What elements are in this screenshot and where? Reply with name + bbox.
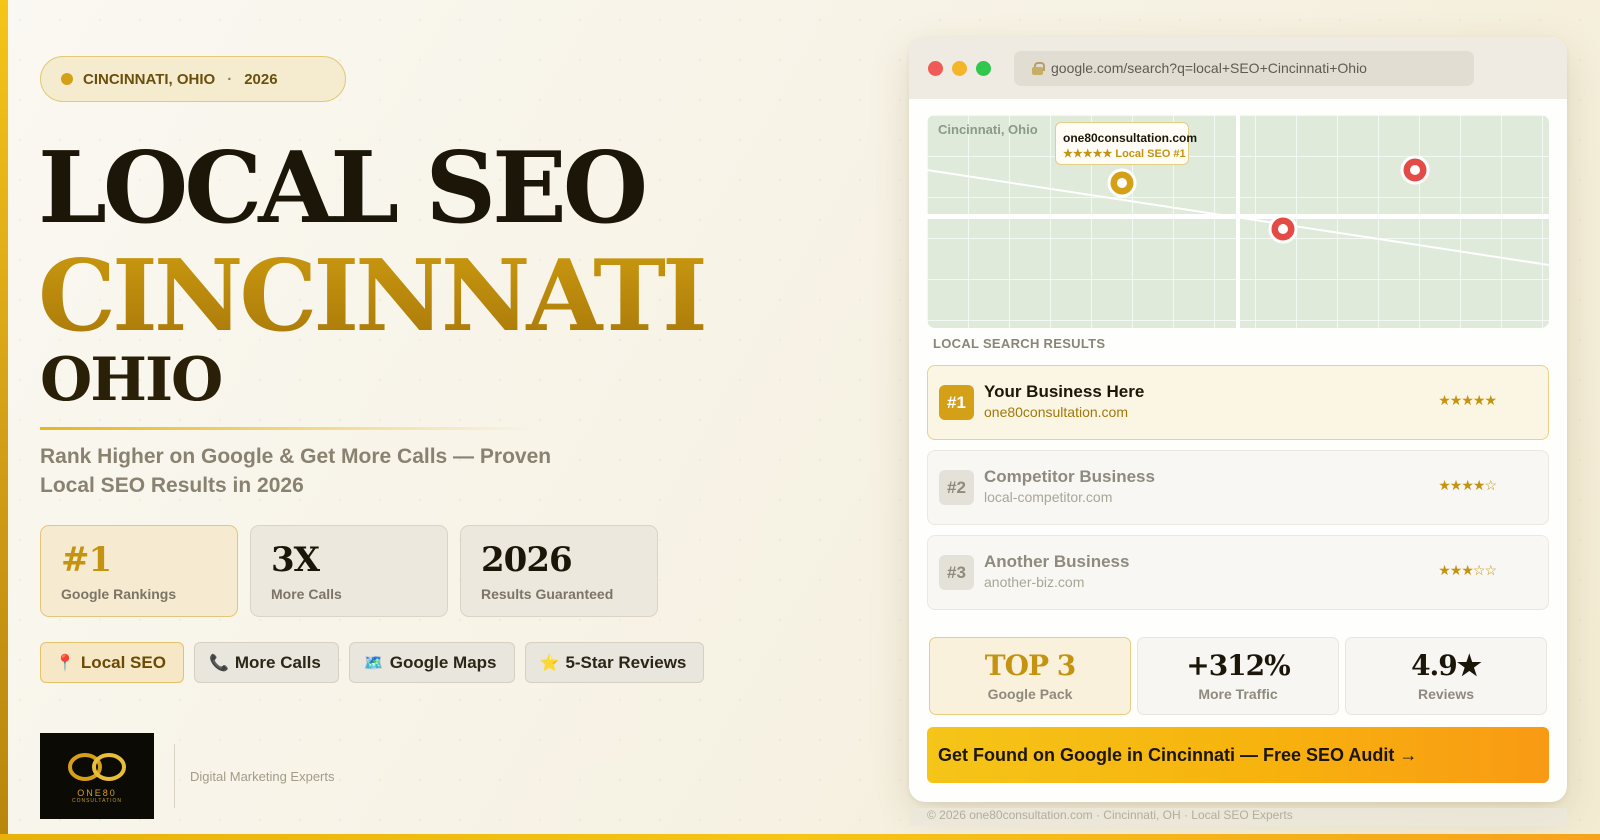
headline-line-2: CINCINNATI [38,239,708,354]
star-icon: ⭐ [539,654,560,672]
business-pin-icon [1107,168,1137,198]
subheadline: Rank Higher on Google & Get More Calls —… [40,445,552,497]
minimize-window-icon[interactable] [952,60,967,76]
location-pill-separator: · [227,70,233,88]
map-city-label: Cincinnati, Ohio [938,122,1038,137]
metric-reviews: 4.9★ Reviews [1345,637,1547,715]
map-view[interactable]: Cincinnati, Ohio one80consultation.com ★… [927,115,1549,328]
metric-traffic: +312% More Traffic [1137,637,1339,715]
metric-value: 4.9★ [1411,649,1482,682]
metric-top3: TOP 3 Google Pack [929,637,1131,715]
result-row-1[interactable]: #1 Your Business Here one80consultation.… [927,365,1549,440]
result-rank-badge: #3 [939,555,974,590]
result-row-2[interactable]: #2 Competitor Business local-competitor.… [927,450,1549,525]
result-domain: local-competitor.com [984,489,1113,505]
stat-label: Results Guaranteed [481,586,614,602]
stat-label: More Calls [271,586,342,602]
headline-underline [40,427,535,430]
map-business-card[interactable]: one80consultation.com ★★★★★ Local SEO #1 [1055,122,1198,165]
location-pill: CINCINNATI, OHIO · 2026 [40,56,346,102]
tag-label: Local SEO [80,652,166,672]
metric-label: More Traffic [1198,686,1278,702]
tagline: Digital Marketing Experts [190,769,335,784]
stat-label: Google Rankings [61,586,177,602]
map-icon: 🗺️ [363,654,384,672]
location-pill-city: CINCINNATI, OHIO [83,70,216,88]
stat-card-guarantee: 2026 Results Guaranteed [460,525,658,617]
logo-name: ONE80 [77,787,117,798]
results-heading: LOCAL SEARCH RESULTS [933,336,1106,351]
tag-label: 5-Star Reviews [565,652,687,672]
metric-label: Reviews [1417,686,1475,702]
address-bar[interactable]: google.com/search?q=local+SEO+Cincinnati… [1014,50,1474,86]
logo-subtitle: CONSULTATION [71,797,123,804]
tag-more-calls[interactable]: 📞 More Calls [193,642,339,683]
stat-value: 2026 [481,540,573,580]
result-row-3[interactable]: #3 Another Business another-biz.com ★★★☆… [927,535,1549,610]
stat-value: #1 [61,540,112,580]
result-domain: another-biz.com [984,574,1085,590]
stat-card-calls: 3X More Calls [250,525,448,617]
tag-label: More Calls [234,652,321,672]
footer-text: © 2026 one80consultation.com · Cincinnat… [909,808,1567,826]
result-rank-badge: #1 [939,385,974,420]
left-accent-bar [0,0,8,840]
maximize-window-icon[interactable] [976,60,991,76]
location-pill-year: 2026 [244,70,278,88]
tag-google-maps[interactable]: 🗺️ Google Maps [348,642,515,683]
address-bar-url: google.com/search?q=local+SEO+Cincinnati… [1051,60,1367,76]
metric-value: TOP 3 [984,649,1077,682]
map-card-site: one80consultation.com [1063,131,1198,145]
headline-line-1: LOCAL SEO [38,131,648,246]
map-roads [927,115,1549,328]
tag-label: Google Maps [389,652,497,672]
result-rank-badge: #2 [939,470,974,505]
location-dot-icon [61,73,73,85]
tag-reviews[interactable]: ⭐ 5-Star Reviews [524,642,705,683]
browser-mockup: google.com/search?q=local+SEO+Cincinnati… [909,37,1567,802]
result-name: Another Business [984,552,1130,571]
free-seo-audit-button[interactable]: Get Found on Google in Cincinnati — Free… [927,727,1549,783]
close-window-icon[interactable] [928,60,943,76]
metric-value: +312% [1186,649,1291,682]
logo-divider [174,744,175,808]
competitor-pin-icon [1268,214,1298,244]
competitor-pin-icon [1400,155,1430,185]
phone-icon: 📞 [208,654,229,672]
company-logo[interactable]: ONE80 CONSULTATION [40,733,154,819]
stat-card-rankings: #1 Google Rankings [40,525,238,617]
map-card-rating: ★★★★★ Local SEO #1 [1063,148,1186,160]
feature-tags: 📍 Local SEO 📞 More Calls 🗺️ Google Maps … [40,642,705,683]
metric-label: Google Pack [987,686,1073,702]
result-name: Competitor Business [984,467,1155,486]
lock-icon [1032,61,1045,75]
tag-local-seo[interactable]: 📍 Local SEO [40,642,184,683]
result-star-rating: ★★★★☆ [1438,477,1497,493]
result-star-rating: ★★★★★ [1438,392,1497,408]
bottom-accent-bar [0,834,1600,840]
result-domain: one80consultation.com [984,404,1128,420]
headline-line-3: OHIO [40,345,223,415]
stat-value: 3X [271,540,320,580]
result-name: Your Business Here [984,382,1145,401]
result-star-rating: ★★★☆☆ [1438,562,1497,578]
pin-icon: 📍 [55,654,75,672]
infinity-logo-icon [68,752,126,781]
stats-row: #1 Google Rankings 3X More Calls 2026 Re… [40,525,658,617]
browser-toolbar: google.com/search?q=local+SEO+Cincinnati… [909,37,1567,99]
